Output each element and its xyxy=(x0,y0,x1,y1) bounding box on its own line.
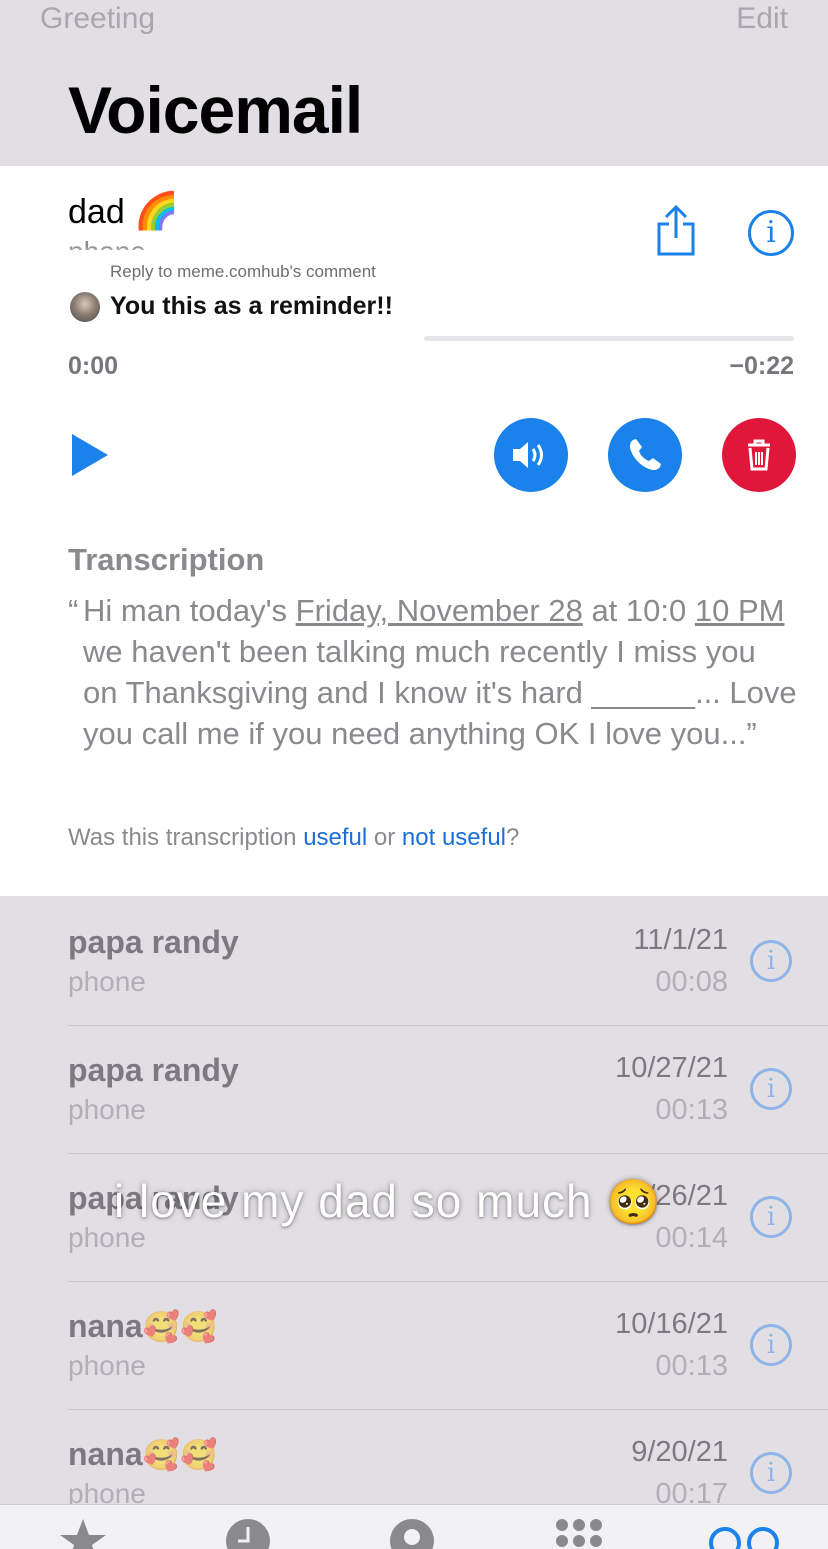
rainbow-emoji: 🌈 xyxy=(134,190,180,231)
edit-button[interactable]: Edit xyxy=(736,2,788,36)
transcription-date-link[interactable]: Friday, November 28 xyxy=(296,593,583,628)
feedback-or: or xyxy=(367,824,402,851)
nav-header: Greeting Edit Voicemail xyxy=(0,0,828,166)
voicemail-duration: 00:13 xyxy=(655,1094,728,1126)
info-icon[interactable]: i xyxy=(750,1196,792,1238)
voicemail-date: 10/27/21 xyxy=(615,1052,728,1084)
feedback-prefix: Was this transcription xyxy=(68,824,304,851)
contact-name-text: dad xyxy=(68,193,125,231)
voicemail-date: 10/16/21 xyxy=(615,1308,728,1340)
reply-comment-text: You this as a reminder!! xyxy=(110,292,393,320)
voicemail-subtitle: phone xyxy=(68,1350,146,1381)
transcription-heading: Transcription xyxy=(68,542,265,577)
call-back-button[interactable] xyxy=(608,418,682,492)
not-useful-link[interactable]: not useful xyxy=(402,824,506,851)
transcription-part3: we haven't been talking much recently I … xyxy=(83,634,797,751)
page-title: Voicemail xyxy=(68,73,363,147)
info-icon[interactable]: i xyxy=(750,1068,792,1110)
caption-text: i love my dad so much xyxy=(114,1175,607,1227)
voicemail-duration: 00:08 xyxy=(655,966,728,998)
phone-icon xyxy=(629,439,661,471)
reply-comment-header: Reply to meme.comhub's comment xyxy=(110,262,376,281)
commenter-avatar xyxy=(70,292,100,322)
tab-recents[interactable] xyxy=(224,1517,272,1549)
voicemail-subtitle: phone xyxy=(68,966,146,997)
video-caption: i love my dad so much 🥺 xyxy=(114,1174,662,1228)
contact-name: dad 🌈 xyxy=(68,190,179,232)
trash-icon xyxy=(748,439,770,471)
tab-bar xyxy=(0,1504,828,1549)
reply-comment-overlay: Reply to meme.comhub's comment You this … xyxy=(48,252,430,342)
transcription-time-link[interactable]: 10 PM xyxy=(695,593,785,628)
feedback-suffix: ? xyxy=(506,824,520,851)
voicemail-name: nana🥰🥰 xyxy=(68,1308,218,1344)
tab-voicemail[interactable] xyxy=(708,1525,780,1549)
contact-subtitle: phone xyxy=(68,236,146,250)
voicemail-duration: 00:14 xyxy=(655,1222,728,1254)
playback-scrubber[interactable] xyxy=(424,336,794,341)
info-icon[interactable]: i xyxy=(750,940,792,982)
selected-voicemail-card: dad 🌈 phone i Reply to meme.comhub's com… xyxy=(0,166,828,896)
clock-icon xyxy=(226,1519,270,1549)
transcription-open-quote: “ xyxy=(68,593,79,628)
voicemail-date: 11/1/21 xyxy=(633,924,728,956)
pleading-face-emoji: 🥺 xyxy=(606,1178,663,1227)
transcription-body: Hi man today's Friday, November 28 at 10… xyxy=(83,590,798,754)
voicemail-date: 9/20/21 xyxy=(631,1436,728,1468)
voicemail-subtitle: phone xyxy=(68,1094,146,1125)
info-icon[interactable]: i xyxy=(750,1324,792,1366)
list-item[interactable]: papa randy phone 10/27/21 00:13 i xyxy=(0,1026,828,1154)
tab-keypad[interactable] xyxy=(554,1519,604,1549)
greeting-button[interactable]: Greeting xyxy=(40,2,155,36)
remaining-time: −0:22 xyxy=(729,352,794,380)
voicemail-name: papa randy xyxy=(68,1052,239,1088)
elapsed-time: 0:00 xyxy=(68,352,119,380)
voicemail-icon xyxy=(709,1527,779,1549)
keypad-icon xyxy=(556,1519,602,1547)
voicemail-name: papa randy xyxy=(68,924,239,960)
info-icon[interactable]: i xyxy=(748,210,794,256)
transcription-part1: Hi man today's xyxy=(83,593,296,628)
tab-contacts[interactable] xyxy=(388,1517,436,1549)
tab-favorites[interactable] xyxy=(58,1517,108,1549)
useful-link[interactable]: useful xyxy=(303,824,367,851)
info-icon[interactable]: i xyxy=(750,1452,792,1494)
list-item[interactable]: nana🥰🥰 phone 10/16/21 00:13 i xyxy=(0,1282,828,1410)
star-icon xyxy=(60,1519,106,1549)
transcription-feedback: Was this transcription useful or not use… xyxy=(68,824,519,852)
share-icon[interactable] xyxy=(654,204,698,258)
contact-icon xyxy=(390,1519,434,1549)
transcription-part2: at 10:0 xyxy=(582,593,695,628)
speaker-icon xyxy=(513,442,543,468)
speaker-button[interactable] xyxy=(494,418,568,492)
voicemail-duration: 00:13 xyxy=(655,1350,728,1382)
list-item[interactable]: papa randy phone 11/1/21 00:08 i xyxy=(0,898,828,1026)
voicemail-name: nana🥰🥰 xyxy=(68,1436,218,1472)
delete-button[interactable] xyxy=(722,418,796,492)
play-icon[interactable] xyxy=(70,432,110,478)
transcription-text: “ Hi man today's Friday, November 28 at … xyxy=(68,590,798,754)
